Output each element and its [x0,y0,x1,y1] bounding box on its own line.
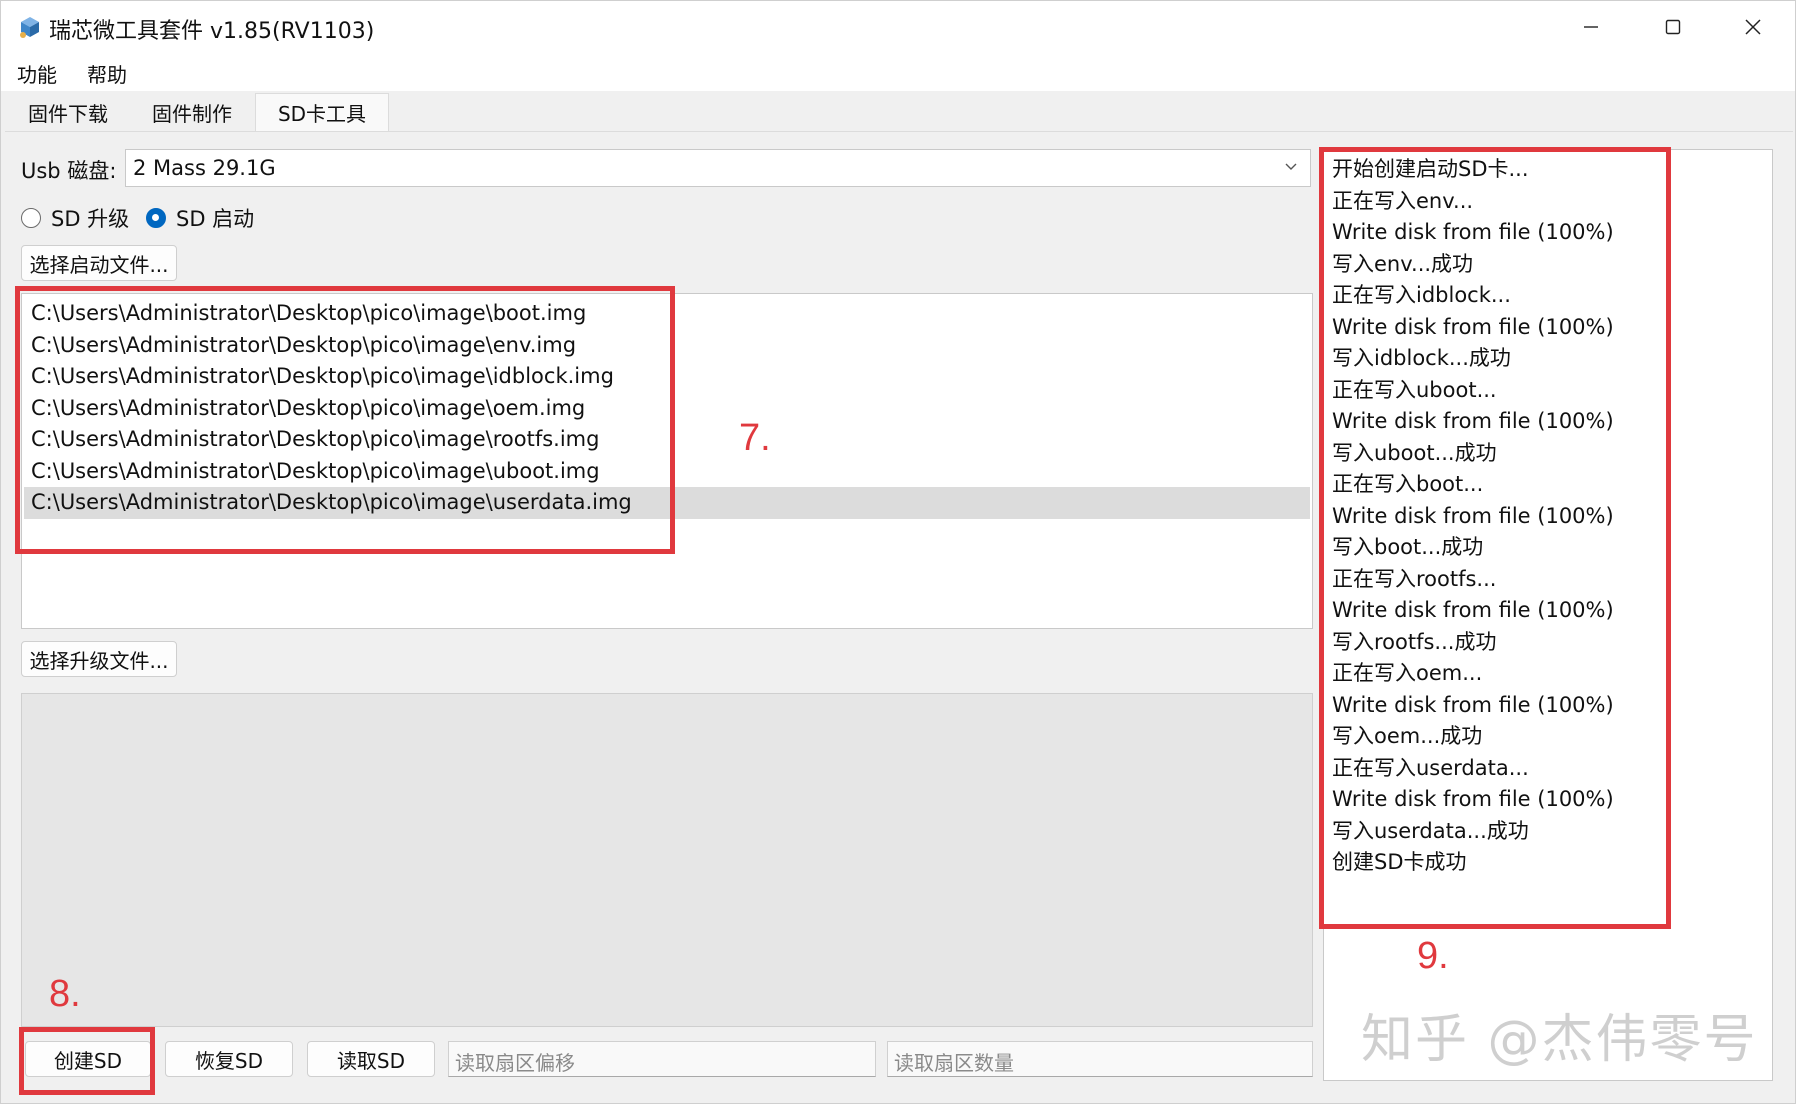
radio-sd-upgrade-label: SD 升级 [51,207,130,231]
sector-count-input[interactable]: 读取扇区数量 [887,1041,1313,1077]
menu-function[interactable]: 功能 [17,59,57,88]
tab-sd-card-tool[interactable]: SD卡工具 [255,93,389,131]
radio-sd-upgrade[interactable]: SD 升级 [21,203,129,233]
usb-disk-select[interactable]: 2 Mass 29.1G [125,149,1311,187]
annotation-label-8: 8. [49,973,81,1015]
app-window: 瑞芯微工具套件 v1.85(RV1103) 功能 帮助 固件下载 固件制作 SD… [0,0,1796,1104]
radio-sd-boot-label: SD 启动 [176,207,255,231]
chevron-down-icon [1285,163,1297,170]
radio-sd-boot[interactable]: SD 启动 [146,203,254,233]
annotation-label-9: 9. [1417,935,1449,977]
annotation-label-7: 7. [739,417,771,459]
tab-firmware-download[interactable]: 固件下载 [7,93,129,131]
upgrade-file-list[interactable] [21,693,1313,1027]
watermark: 知乎 @杰伟零号 [1361,1010,1758,1070]
tab-firmware-build[interactable]: 固件制作 [131,93,253,131]
close-button[interactable] [1713,1,1793,53]
sector-offset-input[interactable]: 读取扇区偏移 [448,1041,876,1077]
select-boot-files-button[interactable]: 选择启动文件... [21,245,177,281]
annotation-box-create [19,1027,155,1095]
menu-help[interactable]: 帮助 [87,59,127,88]
menu-bar: 功能 帮助 [1,53,1795,91]
app-icon [20,17,39,38]
usb-disk-value: 2 Mass 29.1G [133,156,276,180]
close-icon [1745,19,1761,35]
title-bar: 瑞芯微工具套件 v1.85(RV1103) [1,1,1795,53]
radio-sd-upgrade-indicator [21,208,41,228]
minimize-button[interactable] [1551,1,1631,53]
radio-sd-boot-indicator [146,208,166,228]
minimize-icon [1584,26,1598,28]
window-title: 瑞芯微工具套件 v1.85(RV1103) [49,19,375,44]
read-sd-button[interactable]: 读取SD [307,1041,435,1077]
annotation-box-log [1319,147,1671,929]
select-upgrade-files-button[interactable]: 选择升级文件... [21,641,177,677]
maximize-button[interactable] [1633,1,1713,53]
restore-sd-button[interactable]: 恢复SD [165,1041,293,1077]
annotation-box-files [15,286,675,554]
tab-bar: 固件下载 固件制作 SD卡工具 [1,91,1795,131]
usb-disk-label: Usb 磁盘: [21,159,117,183]
maximize-icon [1665,19,1681,35]
